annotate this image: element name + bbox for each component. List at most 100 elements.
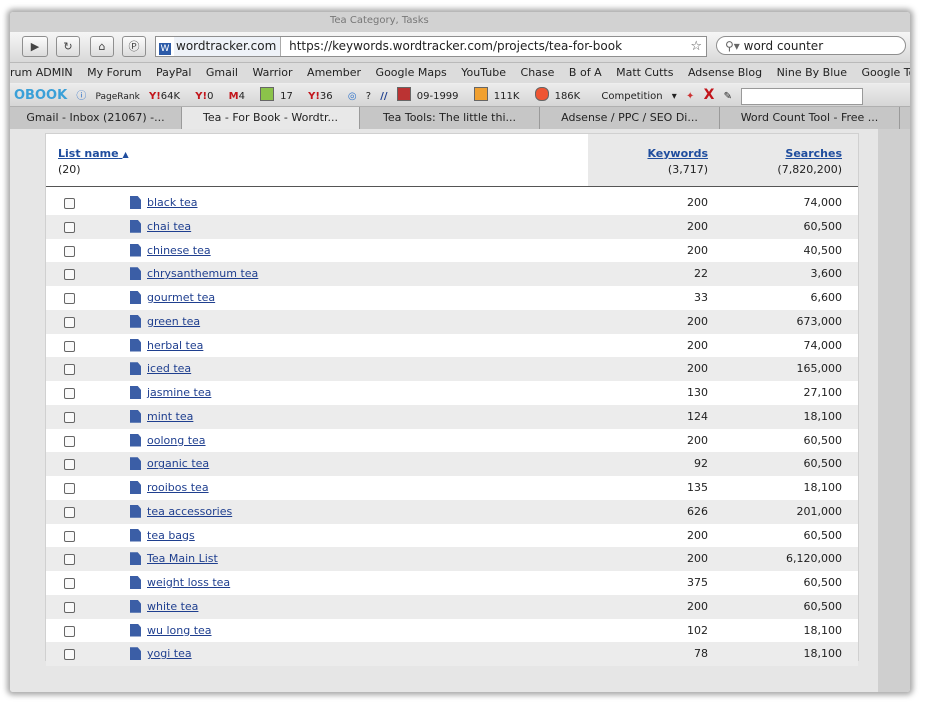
list-name-link[interactable]: iced tea (147, 362, 191, 375)
list-name-link[interactable]: wu long tea (147, 624, 212, 637)
delicious-item[interactable]: 17 (260, 86, 299, 108)
competition-dropdown[interactable]: Competition ▾ (601, 86, 676, 108)
row-checkbox[interactable] (64, 198, 75, 209)
archive-item[interactable]: 09-1999 (396, 86, 465, 108)
list-name-link[interactable]: tea accessories (147, 505, 232, 518)
msn-item[interactable]: M4 (229, 86, 251, 108)
bookmark-item[interactable]: YouTube (461, 63, 506, 83)
bookmark-item[interactable]: Matt Cutts (616, 63, 673, 83)
list-name-link[interactable]: organic tea (147, 457, 209, 470)
keywords-value: 200 (687, 219, 708, 233)
bookmark-item[interactable]: Chase (521, 63, 555, 83)
bookmark-item[interactable]: rum ADMIN (10, 63, 73, 83)
target-icon[interactable]: ◎ (348, 86, 357, 108)
row-checkbox[interactable] (64, 340, 75, 352)
bookmark-item[interactable]: My Forum (87, 63, 141, 83)
row-checkbox[interactable] (64, 578, 75, 589)
row-checkbox[interactable] (64, 293, 75, 304)
slash-icon[interactable]: // (380, 86, 387, 108)
column-list-name[interactable]: List name ▲ (58, 147, 129, 160)
list-name-link[interactable]: green tea (147, 315, 200, 328)
table-row: chinese tea 200 40,500 (46, 239, 858, 263)
list-document-icon (130, 433, 141, 447)
bookmark-item[interactable]: Google Tool (862, 63, 911, 83)
list-name-link[interactable]: herbal tea (147, 339, 203, 352)
list-name-link[interactable]: mint tea (147, 410, 193, 423)
row-checkbox[interactable] (64, 459, 75, 471)
table-row: gourmet tea 33 6,600 (46, 286, 858, 310)
bookmark-item[interactable]: Amember (307, 63, 361, 83)
bookmark-item[interactable]: Gmail (206, 63, 238, 83)
yahoo-links-item[interactable]: Y!64K (149, 86, 186, 108)
row-checkbox[interactable] (64, 483, 75, 494)
table-row: iced tea 200 165,000 (46, 357, 858, 381)
yahoo-36-item[interactable]: Y!36 (308, 86, 339, 108)
eye-icon[interactable]: ✦ (686, 86, 694, 108)
column-searches[interactable]: Searches (785, 147, 842, 160)
keywords-value: 22 (694, 267, 708, 281)
bookmark-item[interactable]: Adsense Blog (688, 63, 762, 83)
row-checkbox[interactable] (64, 530, 75, 542)
back-forward-button[interactable]: ▶ (22, 36, 48, 57)
toolbar-logo[interactable]: OBOOK (14, 85, 67, 107)
rank-item[interactable]: 186K (534, 86, 587, 108)
list-name-link[interactable]: rooibos tea (147, 481, 209, 494)
bookmark-item[interactable]: Nine By Blue (777, 63, 847, 83)
list-name-link[interactable]: yogi tea (147, 647, 192, 660)
bookmark-item[interactable]: Google Maps (376, 63, 447, 83)
list-name-link[interactable]: weight loss tea (147, 576, 230, 589)
list-name-link[interactable]: white tea (147, 600, 198, 613)
searches-value: 27,100 (803, 386, 843, 399)
column-keywords[interactable]: Keywords (647, 147, 708, 160)
search-input[interactable]: ⚲▾ word counter (716, 36, 906, 55)
row-checkbox[interactable] (64, 245, 75, 257)
competition-label: Competition (601, 91, 663, 102)
help-item[interactable]: ? (366, 86, 371, 108)
list-name-link[interactable]: chrysanthemum tea (147, 267, 258, 280)
row-checkbox[interactable] (64, 554, 75, 566)
row-checkbox[interactable] (64, 364, 75, 376)
bookmark-item[interactable]: PayPal (156, 63, 191, 83)
pagerank-dropdown[interactable]: PageRank (96, 86, 140, 108)
table-row: white tea 200 60,500 (46, 594, 858, 619)
toolbar-search-input[interactable] (741, 87, 864, 105)
row-checkbox[interactable] (64, 269, 75, 281)
x-icon[interactable]: X (704, 84, 715, 106)
list-name-link[interactable]: tea bags (147, 529, 195, 542)
list-name-link[interactable]: jasmine tea (147, 386, 211, 399)
list-name-link[interactable]: gourmet tea (147, 291, 215, 304)
row-checkbox[interactable] (64, 625, 75, 637)
row-checkbox[interactable] (64, 316, 75, 328)
bookmark-star-icon[interactable]: ☆ (690, 37, 702, 56)
bookmarks-bar: rum ADMIN My Forum PayPal Gmail Warrior … (10, 63, 910, 83)
row-checkbox[interactable] (64, 649, 75, 661)
list-name-link[interactable]: chai tea (147, 220, 191, 233)
row-checkbox[interactable] (64, 601, 75, 613)
bookmark-item[interactable]: B of A (569, 63, 602, 83)
tab-word-count[interactable]: Word Count Tool - Free ... (720, 107, 900, 129)
info-icon[interactable]: ⓘ (76, 86, 86, 108)
yahoo-zero-item[interactable]: Y!0 (195, 86, 219, 108)
edit-icon[interactable]: ✎ (724, 86, 732, 108)
list-name-link[interactable]: oolong tea (147, 434, 206, 447)
p-button-icon[interactable]: Ⓟ (122, 36, 146, 57)
list-name-link[interactable]: chinese tea (147, 244, 211, 257)
list-name-link[interactable]: black tea (147, 196, 198, 209)
row-checkbox[interactable] (64, 221, 75, 233)
tab-tea-for-book[interactable]: Tea - For Book - Wordtr... (182, 107, 360, 129)
tab-gmail[interactable]: Gmail - Inbox (21067) -... (10, 107, 182, 129)
searches-value: 6,120,000 (786, 552, 842, 566)
row-checkbox[interactable] (64, 411, 75, 423)
row-checkbox[interactable] (64, 388, 75, 399)
tab-adsense[interactable]: Adsense / PPC / SEO Di... (540, 107, 720, 129)
list-name-link[interactable]: Tea Main List (147, 552, 218, 565)
bookmark-item[interactable]: Warrior (252, 63, 292, 83)
reload-icon[interactable]: ↻ (56, 36, 80, 57)
row-checkbox[interactable] (64, 435, 75, 447)
address-bar[interactable]: Wwordtracker.com https://keywords.wordtr… (155, 36, 707, 57)
home-icon[interactable]: ⌂ (90, 36, 114, 57)
keywords-value: 33 (694, 291, 708, 304)
row-checkbox[interactable] (64, 506, 75, 518)
tab-tea-tools[interactable]: Tea Tools: The little thi... (360, 107, 540, 129)
index-item[interactable]: 111K (473, 86, 526, 108)
